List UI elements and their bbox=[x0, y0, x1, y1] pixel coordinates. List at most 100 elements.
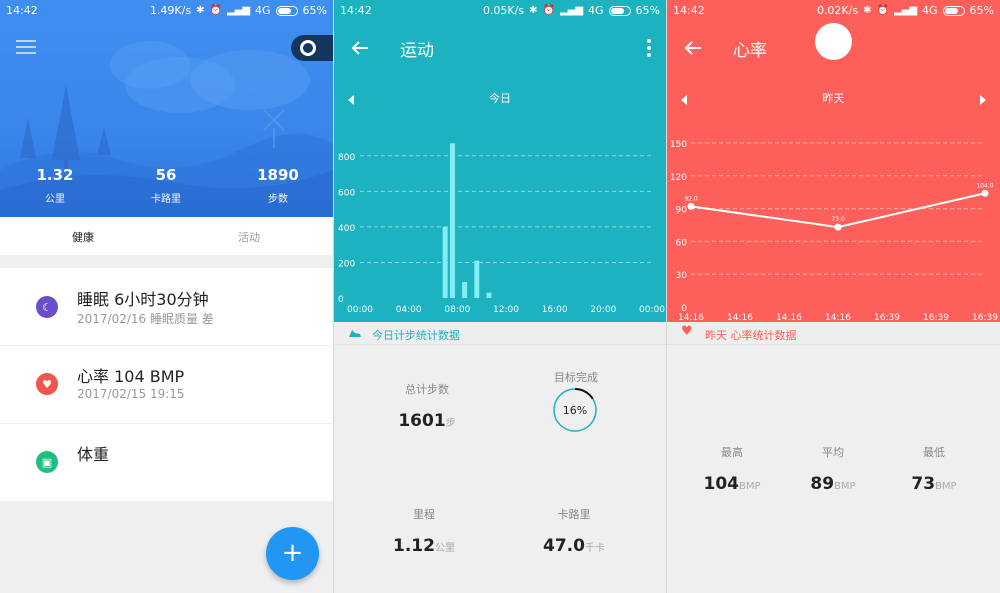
summary-header: 1.32 公里 56 卡路里 1890 步数 bbox=[0, 0, 333, 217]
distance-unit: 公里 bbox=[434, 543, 455, 554]
step-bar bbox=[474, 260, 480, 298]
section-label: 昨天 心率统计数据 bbox=[705, 329, 797, 342]
max-stat: 最高 104BMP bbox=[703, 446, 761, 494]
total-steps-stat: 总计步数 1601步 bbox=[398, 383, 456, 431]
data-label: 92.0 bbox=[684, 195, 698, 202]
net-speed: 0.05K/s bbox=[482, 4, 525, 17]
heart-rate-point bbox=[687, 202, 695, 210]
section-header: ♥ 昨天 心率统计数据 bbox=[667, 322, 1000, 345]
page-title: 运动 bbox=[400, 41, 434, 61]
tab-activity[interactable]: 活动 bbox=[166, 229, 332, 245]
network-type: 4G bbox=[255, 4, 271, 17]
date-label: 今日 bbox=[489, 92, 511, 105]
heart-title: 心率 104 BMP bbox=[77, 367, 185, 386]
data-label: 104.0 bbox=[976, 182, 993, 189]
next-day-icon[interactable] bbox=[980, 95, 986, 105]
weight-card[interactable]: ▣ 体重 bbox=[0, 424, 333, 501]
y-tick-label: 0 bbox=[338, 295, 344, 305]
more-options-icon[interactable] bbox=[646, 39, 652, 57]
network-type: 4G bbox=[588, 4, 604, 17]
menu-icon[interactable] bbox=[16, 40, 36, 54]
distance-stat: 里程 1.12公里 bbox=[393, 508, 455, 556]
total-steps-unit: 步 bbox=[445, 418, 456, 429]
status-time: 14:42 bbox=[673, 4, 705, 17]
shoe-icon bbox=[349, 330, 361, 337]
stat-distance: 1.32 公里 bbox=[36, 166, 74, 205]
back-arrow-icon[interactable] bbox=[350, 38, 370, 58]
x-tick-label: 16:00 bbox=[542, 305, 568, 315]
alarm-icon: ⏰ bbox=[542, 4, 555, 16]
goal-progress-ring: 16% bbox=[553, 388, 597, 432]
measure-button[interactable] bbox=[815, 23, 852, 60]
bluetooth-icon: ✱ bbox=[196, 4, 205, 16]
step-bar bbox=[486, 292, 492, 298]
step-bar bbox=[442, 226, 448, 298]
scale-icon: ▣ bbox=[36, 451, 58, 473]
status-bar: 14:42 0.02K/s ✱ ⏰ ▂▄▆ 4G 65% bbox=[667, 0, 1000, 20]
max-unit: BMP bbox=[738, 481, 761, 492]
heart-rate-point bbox=[834, 223, 842, 231]
y-tick-label: 200 bbox=[338, 259, 355, 269]
alarm-icon: ⏰ bbox=[876, 4, 889, 16]
min-value: 73 bbox=[911, 474, 936, 494]
bluetooth-icon: ✱ bbox=[863, 4, 872, 16]
signal-icon: ▂▄▆ bbox=[226, 4, 251, 16]
x-tick-label: 00:00 bbox=[347, 305, 373, 315]
calories-stat: 卡路里 47.0千卡 bbox=[543, 508, 605, 556]
status-bar: 14:42 1.49K/s ✱ ⏰ ▂▄▆ 4G 65% bbox=[0, 0, 333, 20]
battery-level: 65% bbox=[969, 4, 994, 17]
step-bar bbox=[462, 282, 468, 298]
net-speed: 1.49K/s bbox=[149, 4, 192, 17]
activity-screen: 14:42 0.05K/s ✱ ⏰ ▂▄▆ 4G 65% 运动 今日 0 200 4… bbox=[334, 0, 666, 593]
date-navigator: 今日 bbox=[334, 90, 666, 110]
battery-level: 65% bbox=[302, 4, 327, 17]
heart-rate-card[interactable]: ♥ 心率 104 BMP 2017/02/15 19:15 bbox=[0, 346, 333, 423]
status-time: 14:42 bbox=[340, 4, 372, 17]
signal-icon: ▂▄▆ bbox=[893, 4, 918, 16]
device-toggle-button[interactable] bbox=[291, 35, 333, 61]
heart-rate-screen: 14:42 0.02K/s ✱ ⏰ ▂▄▆ 4G 65% 心率 昨天 0 30 60… bbox=[667, 0, 1000, 593]
x-tick-label: 14:16 bbox=[678, 313, 704, 322]
date-navigator: 昨天 bbox=[667, 90, 1000, 110]
heart-sub: 2017/02/15 19:15 bbox=[77, 387, 185, 401]
moon-icon: ☾ bbox=[36, 296, 58, 318]
x-tick-label: 12:00 bbox=[493, 305, 519, 315]
y-tick-label: 150 bbox=[670, 140, 687, 150]
tab-health[interactable]: 健康 bbox=[0, 229, 166, 245]
stat-steps: 1890 步数 bbox=[257, 166, 299, 205]
y-tick-label: 600 bbox=[338, 188, 355, 198]
avg-value: 89 bbox=[810, 474, 835, 494]
prev-day-icon[interactable] bbox=[348, 95, 354, 105]
heart-rate-point bbox=[981, 189, 989, 197]
x-tick-label: 14:16 bbox=[776, 313, 802, 322]
x-tick-label: 04:00 bbox=[396, 305, 422, 315]
y-tick-label: 90 bbox=[676, 206, 688, 216]
app-bar: 心率 bbox=[667, 20, 1000, 76]
watch-icon bbox=[300, 40, 316, 56]
sleep-sub: 2017/02/16 睡眠质量 差 bbox=[77, 312, 214, 326]
y-tick-label: 60 bbox=[676, 238, 688, 248]
calories-value: 47.0 bbox=[543, 536, 585, 556]
x-tick-label: 16:39 bbox=[874, 313, 900, 322]
x-tick-label: 14:16 bbox=[727, 313, 753, 322]
heart-rate-line-chart: 030609012015014:16 14:16 14:16 14:16 16:39 16… bbox=[670, 140, 998, 322]
avg-stat: 平均 89BMP bbox=[810, 446, 856, 494]
min-stat: 最低 73BMP bbox=[911, 446, 957, 494]
section-label: 今日计步统计数据 bbox=[372, 329, 460, 342]
prev-day-icon[interactable] bbox=[681, 95, 687, 105]
date-label: 昨天 bbox=[822, 92, 845, 105]
x-tick-label: 16:39 bbox=[972, 313, 998, 322]
back-arrow-icon[interactable] bbox=[683, 38, 703, 58]
add-button[interactable]: + bbox=[266, 527, 319, 580]
weight-title: 体重 bbox=[77, 445, 110, 464]
sleep-card[interactable]: ☾ 睡眠 6小时30分钟 2017/02/16 睡眠质量 差 bbox=[0, 268, 333, 345]
data-label: 73.0 bbox=[831, 216, 845, 223]
x-tick-label: 00:00 bbox=[639, 305, 665, 315]
goal-stat: 目标完成 bbox=[554, 371, 598, 384]
bluetooth-icon: ✱ bbox=[529, 4, 538, 16]
y-tick-label: 120 bbox=[670, 173, 687, 183]
max-value: 104 bbox=[703, 474, 739, 494]
x-tick-label: 08:00 bbox=[444, 305, 470, 315]
x-tick-label: 14:16 bbox=[825, 313, 851, 322]
page-title: 心率 bbox=[733, 41, 767, 61]
